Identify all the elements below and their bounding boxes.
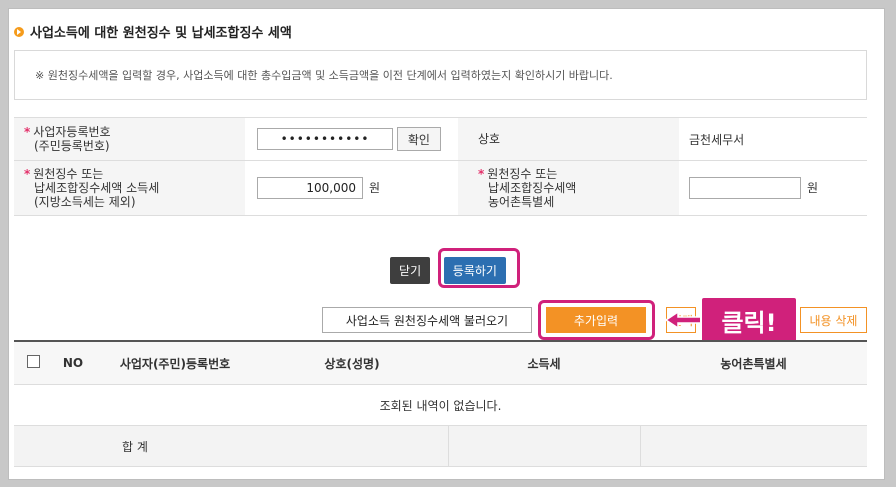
col-income-tax: 소득세	[448, 340, 640, 385]
tax-input[interactable]: 100,000	[257, 177, 363, 199]
bizno-label-line1: 사업자등록번호	[33, 125, 111, 139]
total-company-cell	[256, 425, 449, 467]
total-income-tax	[448, 425, 641, 467]
input-form: * 사업자등록번호 (주민등록번호) ••••••••••• 확인 상호 금천세무…	[14, 117, 867, 216]
rural-label-line1: 원천징수 또는	[487, 167, 558, 181]
confirm-button[interactable]: 확인	[396, 127, 441, 151]
click-callout: 클릭!	[700, 296, 798, 344]
company-value: 금천세무서	[679, 117, 867, 161]
section-title: 사업소득에 대한 원천징수 및 납세조합징수 세액	[14, 22, 292, 41]
col-bizno: 사업자(주민)등록번호	[94, 340, 256, 385]
tax-label-line2: 납세조합징수세액 소득세	[34, 181, 160, 195]
col-rural-tax: 농어촌특별세	[640, 340, 867, 385]
bizno-label-line2: (주민등록번호)	[34, 139, 110, 153]
rural-label-line2: 납세조합징수세액	[488, 181, 577, 195]
delete-content-button[interactable]: 내용 삭제	[800, 307, 867, 333]
load-withholding-button[interactable]: 사업소득 원천징수세액 불러오기	[322, 307, 532, 333]
notice-box: ※ 원천징수세액을 입력할 경우, 사업소득에 대한 총수입금액 및 소득금액을…	[14, 50, 867, 100]
tax-label-line1: 원천징수 또는	[33, 167, 104, 181]
required-mark: *	[478, 167, 485, 181]
rural-input[interactable]	[689, 177, 801, 199]
result-table: NO 사업자(주민)등록번호 상호(성명) 소득세 농어촌특별세 조회된 내역이…	[14, 340, 867, 467]
arrow-left-icon	[666, 312, 702, 328]
close-button[interactable]: 닫기	[390, 257, 431, 284]
total-label: 합 계	[14, 425, 256, 467]
bizno-input[interactable]: •••••••••••	[257, 128, 393, 150]
required-mark: *	[24, 125, 31, 139]
rural-unit: 원	[807, 180, 819, 195]
total-row: 합 계	[14, 425, 867, 467]
company-label: 상호	[458, 117, 679, 161]
tax-unit: 원	[369, 180, 381, 195]
total-rural-tax	[640, 425, 867, 467]
add-input-highlight-box	[538, 300, 655, 340]
register-highlight-box	[438, 248, 520, 288]
select-all-checkbox[interactable]	[26, 355, 40, 368]
bizno-label: * 사업자등록번호 (주민등록번호)	[14, 117, 245, 161]
orange-circle-arrow-icon	[14, 26, 24, 37]
empty-message: 조회된 내역이 없습니다.	[14, 384, 867, 426]
tax-label-line3: (지방소득세는 제외)	[34, 195, 136, 209]
table-header-row: NO 사업자(주민)등록번호 상호(성명) 소득세 농어촌특별세	[14, 340, 867, 385]
required-mark: *	[24, 167, 31, 181]
select-all-checkbox-cell	[14, 340, 52, 385]
notice-text: ※ 원천징수세액을 입력할 경우, 사업소득에 대한 총수입금액 및 소득금액을…	[35, 69, 613, 82]
col-company: 상호(성명)	[256, 340, 448, 385]
tax-label: * 원천징수 또는 납세조합징수세액 소득세 (지방소득세는 제외)	[14, 160, 245, 216]
empty-row: 조회된 내역이 없습니다.	[14, 384, 867, 426]
col-no: NO	[52, 340, 94, 385]
rural-label: * 원천징수 또는 납세조합징수세액 농어촌특별세	[458, 160, 679, 216]
section-title-text: 사업소득에 대한 원천징수 및 납세조합징수 세액	[30, 26, 292, 41]
rural-label-line3: 농어촌특별세	[488, 195, 555, 209]
